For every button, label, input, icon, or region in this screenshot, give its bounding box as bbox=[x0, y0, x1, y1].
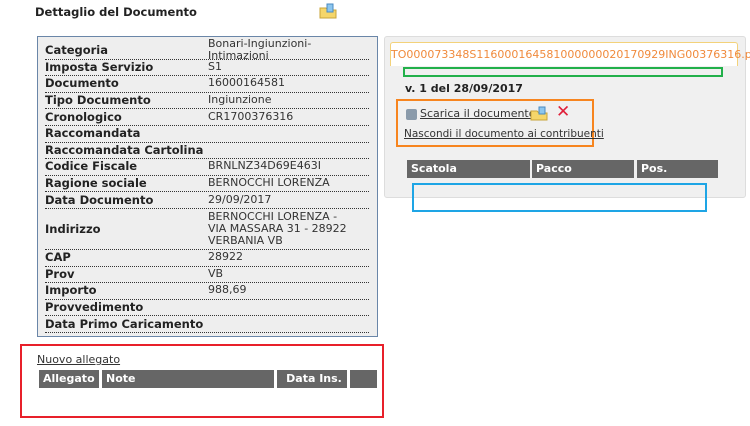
col-allegato: Allegato bbox=[39, 370, 99, 388]
detail-label: Documento bbox=[45, 76, 119, 91]
detail-value: CR1700376316 bbox=[208, 109, 294, 123]
col-scatola: Scatola bbox=[407, 160, 530, 178]
col-pos: Pos. bbox=[637, 160, 718, 178]
detail-row: Data Primo Caricamento bbox=[45, 315, 369, 333]
detail-value: 28922 bbox=[208, 250, 243, 264]
tab-document-file[interactable]: TO000073348S116000164581000000020170929I… bbox=[390, 42, 750, 66]
detail-value: 29/09/2017 bbox=[208, 192, 272, 206]
detail-label: Prov bbox=[45, 266, 75, 281]
page-title: Dettaglio del Documento bbox=[35, 5, 197, 19]
detail-row: Tipo Documento Ingiunzione bbox=[45, 92, 369, 110]
col-actions bbox=[350, 370, 377, 388]
detail-label: Cronologico bbox=[45, 109, 122, 124]
detail-row: Indirizzo BERNOCCHI LORENZA - VIA MASSARA… bbox=[45, 208, 369, 250]
col-data-ins: Data Ins. bbox=[277, 370, 347, 388]
detail-label: Imposta Servizio bbox=[45, 59, 154, 74]
detail-label: Codice Fiscale bbox=[45, 159, 138, 174]
detail-row: Codice Fiscale BRNLNZ34D69E463I bbox=[45, 158, 369, 176]
detail-value: S1 bbox=[208, 59, 222, 73]
green-highlight-box bbox=[403, 67, 723, 77]
detail-value: Ingiunzione bbox=[208, 93, 272, 107]
detail-value: BERNOCCHI LORENZA - VIA MASSARA 31 - 289… bbox=[208, 209, 347, 247]
detail-row: Prov VB bbox=[45, 266, 369, 284]
detail-row: Categoria Bonari-Ingiunzioni-Intimazioni bbox=[45, 38, 369, 62]
folder-edit-icon[interactable] bbox=[319, 3, 337, 19]
blue-highlight-box bbox=[412, 183, 707, 212]
detail-label: Data Primo Caricamento bbox=[45, 316, 204, 331]
detail-value: VB bbox=[208, 266, 224, 280]
detail-row: Raccomandata bbox=[45, 125, 369, 143]
detail-label: Data Documento bbox=[45, 192, 154, 207]
detail-row: Importo 988,69 bbox=[45, 282, 369, 300]
detail-value: 16000164581 bbox=[208, 76, 285, 90]
delete-icon[interactable]: ✕ bbox=[556, 102, 570, 122]
hide-document-link[interactable]: Nascondi il documento ai contribuenti bbox=[404, 128, 604, 140]
download-icon bbox=[406, 109, 417, 120]
document-details-panel: Categoria Bonari-Ingiunzioni-Intimazioni I… bbox=[37, 36, 378, 337]
detail-label: Indirizzo bbox=[45, 221, 101, 236]
detail-label: Raccomandata bbox=[45, 126, 141, 141]
col-pacco: Pacco bbox=[532, 160, 634, 178]
new-attachment-link[interactable]: Nuovo allegato bbox=[37, 353, 120, 366]
detail-label: Categoria bbox=[45, 43, 109, 58]
detail-row: Documento 16000164581 bbox=[45, 75, 369, 93]
detail-label: Ragione sociale bbox=[45, 176, 147, 191]
detail-row: Cronologico CR1700376316 bbox=[45, 108, 369, 126]
detail-row: CAP 28922 bbox=[45, 249, 369, 267]
detail-row: Raccomandata Cartolina bbox=[45, 142, 369, 160]
document-actions: Scarica il documento ✕ Nascondi il docum… bbox=[396, 99, 604, 147]
detail-row: Provvedimento bbox=[45, 299, 369, 317]
detail-label: Tipo Documento bbox=[45, 93, 151, 108]
detail-row: Ragione sociale BERNOCCHI LORENZA bbox=[45, 175, 369, 193]
folder-edit-icon[interactable] bbox=[530, 106, 548, 124]
detail-value: BRNLNZ34D69E463I bbox=[208, 159, 321, 173]
detail-value: 988,69 bbox=[208, 283, 247, 297]
attachments-section: Nuovo allegato Allegato Note Data Ins. bbox=[20, 344, 384, 418]
detail-value: BERNOCCHI LORENZA bbox=[208, 176, 330, 190]
detail-label: Provvedimento bbox=[45, 300, 144, 315]
col-note: Note bbox=[102, 370, 274, 388]
detail-label: Importo bbox=[45, 283, 97, 298]
download-link[interactable]: Scarica il documento bbox=[420, 107, 535, 120]
detail-row: Imposta Servizio S1 bbox=[45, 59, 369, 77]
version-label: v. 1 del 28/09/2017 bbox=[405, 82, 523, 95]
detail-label: Raccomandata Cartolina bbox=[45, 142, 204, 157]
detail-label: CAP bbox=[45, 250, 71, 265]
detail-row: Data Documento 29/09/2017 bbox=[45, 191, 369, 209]
